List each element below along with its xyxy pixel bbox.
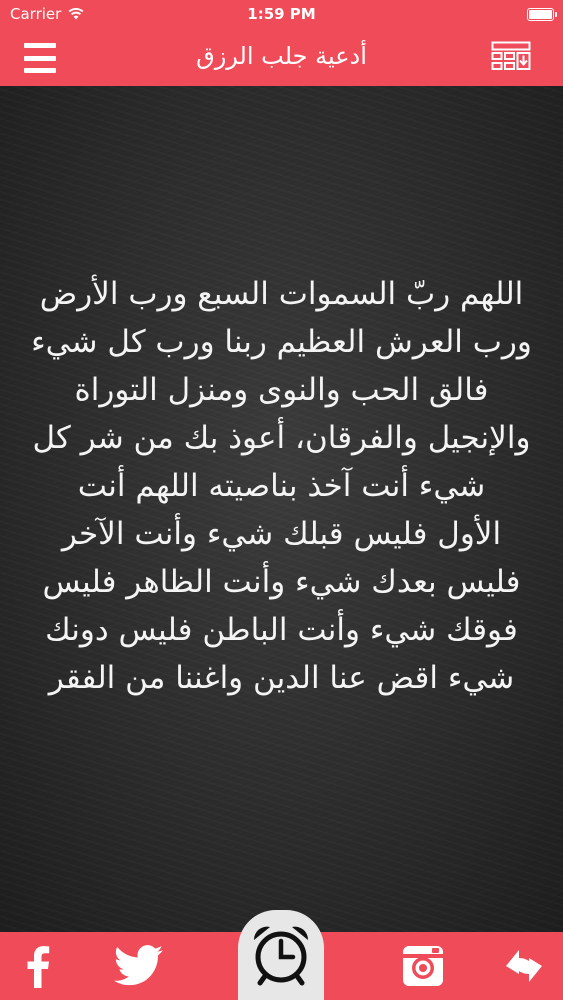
twitter-icon[interactable] <box>114 944 164 988</box>
page-title: أدعية جلب الرزق <box>196 42 367 70</box>
dua-text: اللهم ربّ السموات السبع ورب الأرض ورب ال… <box>31 276 532 696</box>
nav-bar: أدعية جلب الرزق <box>0 30 563 86</box>
battery-icon <box>527 8 557 21</box>
alarm-clock-icon <box>253 926 309 986</box>
alarm-button[interactable] <box>238 910 324 1000</box>
status-time: 1:59 PM <box>247 5 316 23</box>
status-bar: Carrier 1:59 PM <box>0 0 563 30</box>
bottom-toolbar <box>0 910 563 1000</box>
grid-download-icon[interactable] <box>491 41 531 75</box>
share-icon[interactable] <box>502 944 546 988</box>
instagram-icon[interactable] <box>401 944 445 988</box>
app-header: Carrier 1:59 PM أدعية جلب الرزق <box>0 0 563 86</box>
chalkboard-content: اللهم ربّ السموات السبع ورب الأرض ورب ال… <box>0 86 563 932</box>
facebook-icon[interactable] <box>22 944 52 988</box>
